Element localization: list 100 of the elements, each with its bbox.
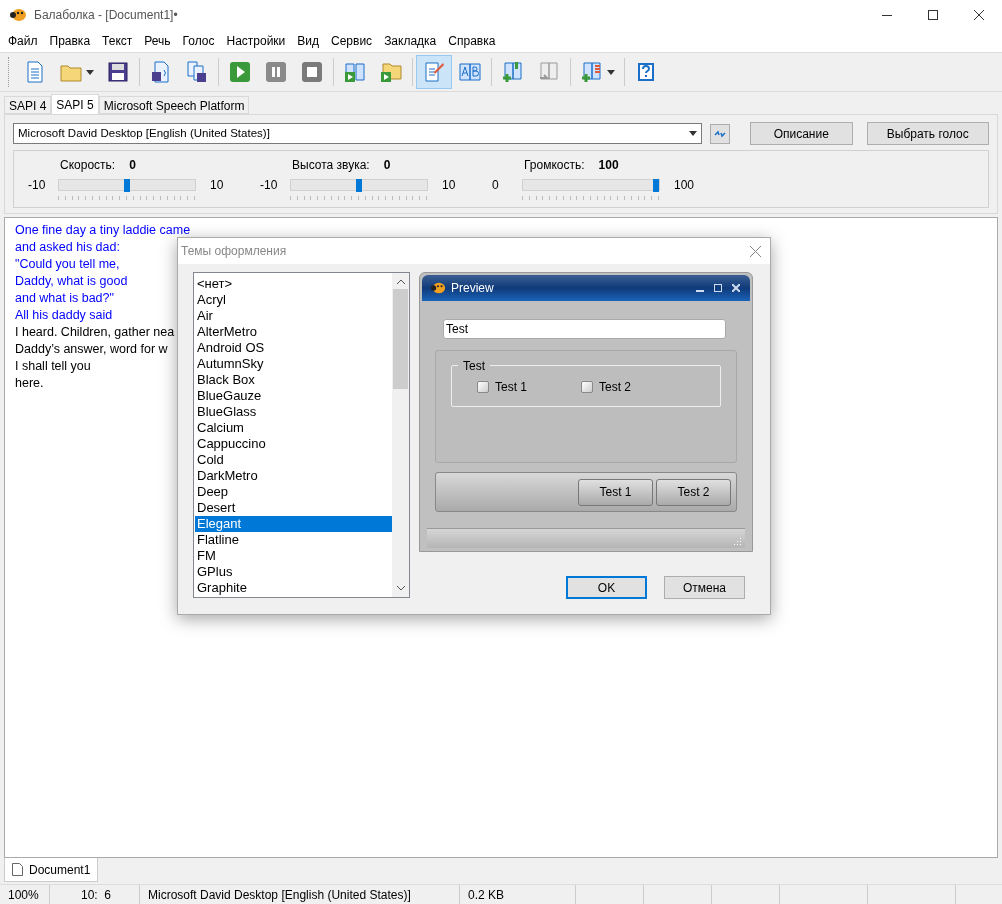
text-line: Daddy’s answer, word for w [15, 341, 168, 358]
swap-arrows-icon [714, 128, 726, 139]
menu-item[interactable]: Вид [291, 32, 326, 50]
theme-list-item[interactable]: Air [195, 308, 392, 324]
close-icon [974, 10, 984, 20]
preview-button[interactable]: Test 1 [578, 478, 653, 506]
engine-tab[interactable]: SAPI 5 [51, 94, 99, 114]
description-button[interactable]: Описание [749, 122, 853, 145]
text-line: Daddy, what is good [15, 273, 128, 290]
stop-icon [300, 60, 324, 84]
theme-list-item[interactable]: Desert [195, 500, 392, 516]
theme-list-item[interactable]: GPlus [195, 564, 392, 580]
menu-item[interactable]: Файл [2, 32, 44, 50]
status-cell: Microsoft David Desktop [English (United States)] [140, 884, 460, 904]
slider-track[interactable] [290, 179, 428, 191]
chevron-down-icon [689, 131, 698, 136]
slider-thumb[interactable] [356, 179, 362, 192]
slider-min-label: 0 [491, 177, 500, 194]
theme-list-item[interactable]: BlueGlass [195, 404, 392, 420]
preview-text-field[interactable]: Test [443, 319, 726, 339]
book-list-icon [580, 60, 604, 84]
slider-track[interactable] [522, 179, 660, 191]
preview-checkbox[interactable] [581, 381, 593, 393]
slider-max-label: 10 [209, 177, 224, 194]
document-tab[interactable]: Document1 [4, 858, 99, 882]
slider-value: 0 [383, 157, 391, 174]
play-icon [228, 60, 252, 84]
theme-list-item[interactable]: Cold [195, 452, 392, 468]
slider-thumb[interactable] [124, 179, 130, 192]
slider-label: Громкость: [524, 157, 585, 174]
engine-tab[interactable]: Microsoft Speech Platform [98, 96, 250, 114]
menu-item[interactable]: Речь [138, 32, 177, 50]
text-line: One fine day a tiny laddie came [15, 222, 191, 239]
slider-thumb[interactable] [653, 179, 659, 192]
slider-max-label: 100 [673, 177, 695, 194]
theme-list-item[interactable]: Deep [195, 484, 392, 500]
pause-icon [264, 60, 288, 84]
slider-value: 0 [129, 157, 136, 174]
theme-list-item[interactable]: Calcium [195, 420, 392, 436]
checkbox-label: Test 1 [495, 379, 527, 396]
scrollbar[interactable] [392, 273, 409, 597]
theme-list-item[interactable]: AutumnSky [195, 356, 392, 372]
text-line: "Could you tell me, [15, 256, 120, 273]
menu-item[interactable]: Правка [43, 32, 97, 50]
theme-list-item[interactable]: Black Box [195, 372, 392, 388]
theme-list-item[interactable]: Flatline [195, 532, 392, 548]
theme-list-item[interactable]: FM [195, 548, 392, 564]
theme-list[interactable]: <нет> Acryl Air AlterMetro Android OS AutumnSky Black Box BlueGauze BlueGlass Calcium Cappuccino Cold DarkMetro Deep Desert Elegant Flatline FM GPlus Graphite [193, 272, 410, 598]
text-line: I shall tell you [15, 358, 91, 375]
preview-title: Preview [451, 280, 494, 297]
app-logo-icon [9, 8, 27, 22]
slider-max-label: 10 [441, 177, 456, 194]
theme-list-item[interactable]: DarkMetro [195, 468, 392, 484]
app-logo-icon [430, 281, 446, 295]
dialog-title: Темы оформления [181, 243, 287, 260]
menu-item[interactable]: Справка [442, 32, 502, 50]
slider-value: 100 [598, 157, 619, 174]
choose-voice-button[interactable]: Выбрать голос [866, 122, 989, 145]
theme-list-item[interactable]: Android OS [195, 340, 392, 356]
menu-item[interactable]: Настройки [220, 32, 292, 50]
preview-checkbox[interactable] [477, 381, 489, 393]
theme-list-item[interactable]: Graphite [195, 580, 392, 596]
voice-dropdown[interactable]: Microsoft David Desktop [English (United States)] [13, 123, 703, 144]
dialog-close-button[interactable] [748, 244, 762, 258]
theme-list-item[interactable]: Acryl [195, 292, 392, 308]
engine-tab[interactable]: SAPI 4 [4, 96, 52, 114]
text-line: and what is bad?" [15, 290, 114, 307]
dropdown-caret-icon [86, 69, 94, 75]
dropdown-caret-icon [607, 69, 615, 75]
status-cell: 10: 6 [50, 884, 140, 904]
slider-label: Скорость: [60, 157, 116, 174]
menu-item[interactable]: Голос [176, 32, 221, 50]
status-cell: 100% [0, 884, 50, 904]
save-files-icon [185, 60, 209, 84]
slider-track[interactable] [58, 179, 196, 191]
checkbox-label: Test 2 [599, 379, 631, 396]
theme-list-item[interactable]: Elegant [195, 516, 392, 532]
cancel-button[interactable]: Отмена [664, 576, 745, 599]
ok-button[interactable]: OK [566, 576, 647, 599]
preview-button[interactable]: Test 2 [656, 478, 731, 506]
menu-item[interactable]: Сервис [325, 32, 379, 50]
slider-min-label: -10 [259, 177, 279, 194]
theme-list-item[interactable]: <нет> [195, 276, 392, 292]
text-line: All his daddy said [15, 307, 113, 324]
refresh-button[interactable] [710, 123, 730, 144]
menu-item[interactable]: Текст [96, 32, 139, 50]
scroll-down-icon [396, 586, 405, 591]
menu-item[interactable]: Закладка [378, 32, 443, 50]
theme-list-item[interactable]: AlterMetro [195, 324, 392, 340]
status-cell: 0.2 KB [460, 884, 576, 904]
ab-book-icon [458, 60, 482, 84]
page-icon [12, 863, 23, 876]
theme-list-item[interactable]: Cappuccino [195, 436, 392, 452]
close-icon [732, 284, 740, 292]
document-pen-icon [422, 60, 446, 84]
close-icon [749, 245, 761, 257]
maximize-icon [928, 10, 938, 20]
book-play-icon [343, 60, 367, 84]
theme-list-item[interactable]: BlueGauze [195, 388, 392, 404]
text-line: here. [15, 375, 44, 392]
